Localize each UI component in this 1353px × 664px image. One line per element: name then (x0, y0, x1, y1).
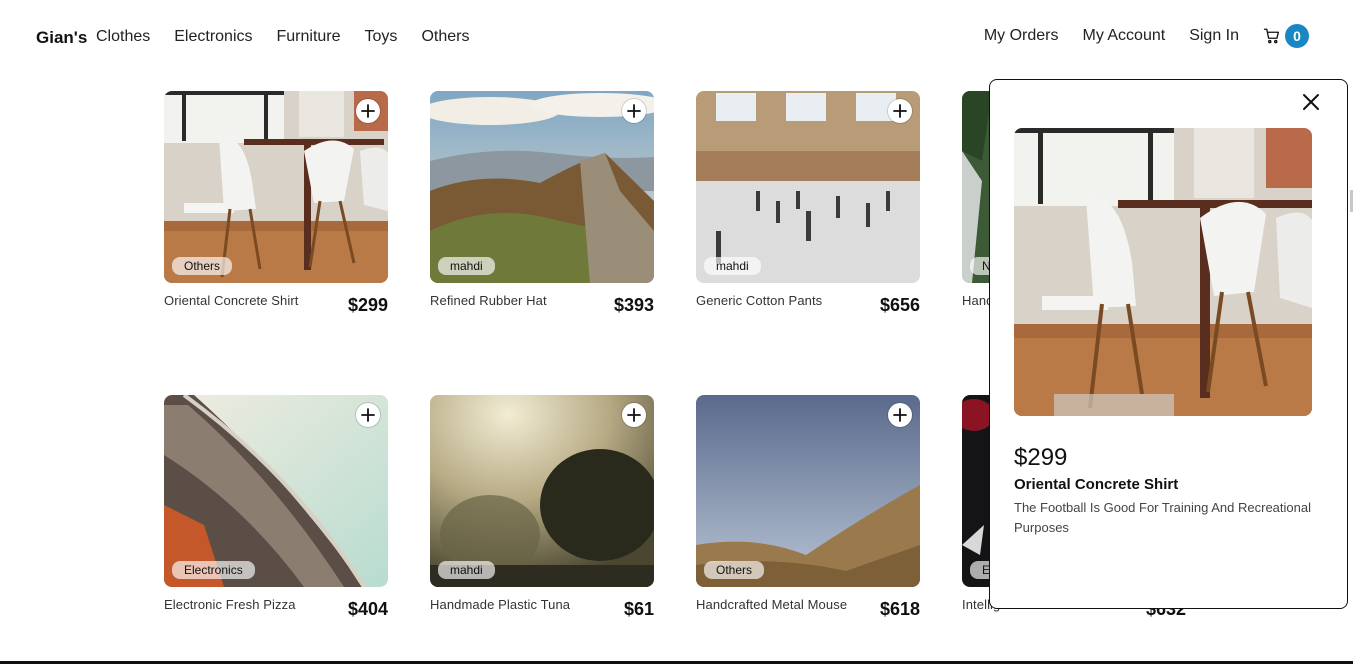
dining-room-image (164, 91, 388, 283)
station-hall-image (696, 91, 920, 283)
product-card[interactable]: mahdi Handmade Plastic Tuna $61 (430, 395, 654, 635)
cart-count-badge: 0 (1285, 24, 1309, 48)
product-card[interactable]: Electronics Electronic Fresh Pizza $404 (164, 395, 388, 635)
product-detail-price: $299 (1014, 444, 1068, 471)
my-orders-link[interactable]: My Orders (984, 27, 1059, 45)
product-name: Handmade Plastic Tuna (430, 597, 571, 612)
account-links: My Orders My Account Sign In 0 (984, 24, 1309, 48)
product-price: $61 (623, 599, 654, 619)
add-to-cart-button[interactable] (622, 99, 646, 123)
sign-in-link[interactable]: Sign In (1189, 27, 1239, 45)
dining-room-large-image (1014, 128, 1312, 416)
top-navigation: Gian's Clothes Electronics Furniture Toy… (0, 0, 1353, 76)
product-meta: Handcrafted Metal Mouse $618 (696, 597, 920, 620)
plus-icon (361, 104, 375, 118)
product-meta: Refined Rubber Hat $393 (430, 293, 654, 316)
add-to-cart-button[interactable] (888, 403, 912, 427)
product-detail-image (1014, 128, 1312, 416)
product-name: Electronic Fresh Pizza (164, 597, 296, 612)
product-card[interactable]: mahdi Generic Cotton Pants $656 (696, 91, 920, 331)
plus-icon (361, 408, 375, 422)
product-name: Generic Cotton Pants (696, 293, 823, 308)
product-detail-description: The Football Is Good For Training And Re… (1014, 500, 1311, 535)
category-tag: mahdi (438, 257, 495, 275)
product-image[interactable]: Electronics (164, 395, 388, 587)
product-image[interactable]: mahdi (430, 91, 654, 283)
category-tag: mahdi (704, 257, 761, 275)
plus-icon (627, 104, 641, 118)
nav-link-others[interactable]: Others (421, 28, 469, 46)
product-price: $299 (347, 295, 388, 315)
category-tag: Electronics (172, 561, 255, 579)
product-detail-panel: $299 Oriental Concrete Shirt The Footbal… (989, 79, 1348, 609)
add-to-cart-button[interactable] (622, 403, 646, 427)
category-tag: mahdi (438, 561, 495, 579)
add-to-cart-button[interactable] (356, 99, 380, 123)
product-price: $393 (613, 295, 654, 315)
hills-image (696, 395, 920, 587)
product-meta: Electronic Fresh Pizza $404 (164, 597, 388, 620)
product-meta: Generic Cotton Pants $656 (696, 293, 920, 316)
nav-link-electronics[interactable]: Electronics (174, 28, 252, 46)
product-image[interactable]: Others (696, 395, 920, 587)
foggy-tree-image (430, 395, 654, 587)
product-price: $656 (879, 295, 920, 315)
product-card[interactable]: mahdi Refined Rubber Hat $393 (430, 91, 654, 331)
product-card[interactable]: Others Oriental Concrete Shirt $299 (164, 91, 388, 331)
add-to-cart-button[interactable] (888, 99, 912, 123)
product-name: Oriental Concrete Shirt (164, 293, 299, 308)
product-card[interactable]: Others Handcrafted Metal Mouse $618 (696, 395, 920, 635)
cart-button[interactable]: 0 (1263, 24, 1309, 48)
add-to-cart-button[interactable] (356, 403, 380, 427)
mountain-image (430, 91, 654, 283)
plus-icon (893, 408, 907, 422)
product-image[interactable]: Others (164, 91, 388, 283)
close-icon[interactable] (1301, 92, 1321, 112)
plus-icon (627, 408, 641, 422)
brand-logo[interactable]: Gian's (36, 28, 87, 48)
architecture-image (164, 395, 388, 587)
product-price: $404 (347, 599, 388, 619)
product-name: Handcrafted Metal Mouse (696, 597, 848, 612)
product-price: $618 (879, 599, 920, 619)
nav-link-clothes[interactable]: Clothes (96, 28, 150, 46)
product-image[interactable]: mahdi (696, 91, 920, 283)
category-tag: Others (172, 257, 233, 275)
shopping-cart-icon (1263, 28, 1280, 44)
product-image[interactable]: mahdi (430, 395, 654, 587)
product-name: Refined Rubber Hat (430, 293, 547, 308)
category-tag: Others (704, 561, 765, 579)
product-meta: Oriental Concrete Shirt $299 (164, 293, 388, 316)
my-account-link[interactable]: My Account (1082, 27, 1165, 45)
plus-icon (893, 104, 907, 118)
nav-link-toys[interactable]: Toys (365, 28, 398, 46)
category-links: Clothes Electronics Furniture Toys Other… (96, 28, 469, 46)
nav-link-furniture[interactable]: Furniture (277, 28, 341, 46)
product-detail-title: Oriental Concrete Shirt (1014, 476, 1179, 493)
product-meta: Handmade Plastic Tuna $61 (430, 597, 654, 620)
